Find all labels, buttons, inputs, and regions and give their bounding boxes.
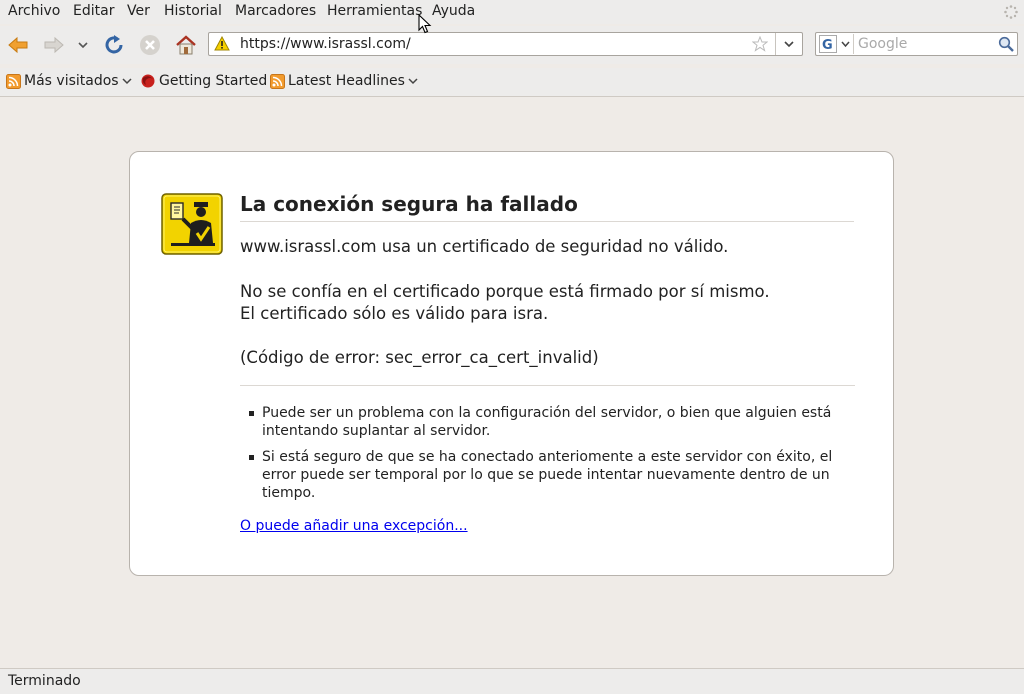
bookmark-label: Getting Started — [159, 73, 268, 89]
reload-button[interactable] — [100, 32, 128, 58]
forward-button[interactable] — [40, 32, 68, 58]
stop-icon — [140, 35, 160, 55]
rss-feed-icon — [270, 73, 285, 89]
bookmarks-toolbar: Más visitados Getting Started Latest Hea… — [0, 68, 1024, 97]
forward-arrow-icon — [44, 36, 64, 54]
url-history-dropdown[interactable] — [775, 33, 802, 55]
error-title: La conexión segura ha fallado — [240, 192, 854, 222]
bookmark-latest-headlines[interactable]: Latest Headlines — [270, 73, 418, 89]
divider — [240, 385, 855, 386]
search-input[interactable]: Google — [858, 36, 907, 52]
warning-icon — [214, 36, 230, 51]
bookmark-star-icon[interactable] — [752, 36, 768, 52]
list-item: Si está seguro de que se ha conectado an… — [240, 448, 840, 502]
bookmark-getting-started[interactable]: Getting Started — [140, 73, 267, 89]
rss-feed-icon — [6, 73, 21, 89]
bookmark-label: Latest Headlines — [288, 73, 405, 89]
add-exception-link[interactable]: O puede añadir una excepción... — [240, 518, 468, 534]
menu-bar: Archivo Editar Ver Historial Marcadores … — [0, 0, 1024, 24]
search-magnifier-icon[interactable] — [998, 36, 1014, 52]
stop-button[interactable] — [136, 32, 164, 58]
address-bar[interactable]: https://www.israssl.com/ — [208, 32, 803, 56]
search-engine-selector[interactable]: G — [817, 34, 854, 54]
status-text: Terminado — [8, 673, 81, 689]
mouse-cursor-icon — [418, 14, 432, 34]
error-description: www.israssl.com usa un certificado de se… — [240, 237, 729, 256]
reload-icon — [105, 35, 123, 54]
error-advice-list: Puede ser un problema con la configuraci… — [240, 404, 840, 510]
firefox-icon — [141, 74, 155, 88]
back-button[interactable] — [4, 32, 32, 58]
menu-editar[interactable]: Editar — [73, 3, 114, 19]
bookmark-most-visited[interactable]: Más visitados — [6, 73, 132, 89]
menu-ayuda[interactable]: Ayuda — [432, 3, 475, 19]
chevron-down-icon — [78, 42, 88, 49]
search-box[interactable]: G Google — [815, 32, 1018, 56]
status-bar: Terminado — [0, 668, 1024, 694]
menu-marcadores[interactable]: Marcadores — [235, 3, 316, 19]
menu-historial[interactable]: Historial — [164, 3, 222, 19]
url-text: https://www.israssl.com/ — [240, 36, 411, 52]
svg-text:G: G — [822, 38, 833, 53]
bookmark-label: Más visitados — [24, 73, 119, 89]
chevron-down-icon — [784, 41, 794, 48]
error-reason-line1: No se confía en el certificado porque es… — [240, 282, 770, 301]
home-icon — [176, 35, 196, 55]
chevron-down-icon — [408, 78, 418, 85]
menu-ver[interactable]: Ver — [127, 3, 150, 19]
home-button[interactable] — [172, 32, 200, 58]
menu-herramientas[interactable]: Herramientas — [327, 3, 422, 19]
navigation-toolbar: https://www.israssl.com/ G Google — [0, 26, 1024, 64]
error-code: (Código de error: sec_error_ca_cert_inva… — [240, 348, 599, 367]
throbber-icon — [1004, 5, 1018, 19]
google-icon: G — [819, 35, 837, 53]
menu-archivo[interactable]: Archivo — [8, 3, 60, 19]
chevron-down-icon — [841, 41, 850, 48]
error-reason-line2: El certificado sólo es válido para isra. — [240, 304, 549, 323]
error-page: La conexión segura ha fallado www.israss… — [129, 151, 894, 576]
back-arrow-icon — [8, 36, 28, 54]
history-dropdown-button[interactable] — [70, 32, 96, 58]
chevron-down-icon — [122, 78, 132, 85]
security-officer-icon — [161, 193, 223, 255]
list-item: Puede ser un problema con la configuraci… — [240, 404, 840, 440]
